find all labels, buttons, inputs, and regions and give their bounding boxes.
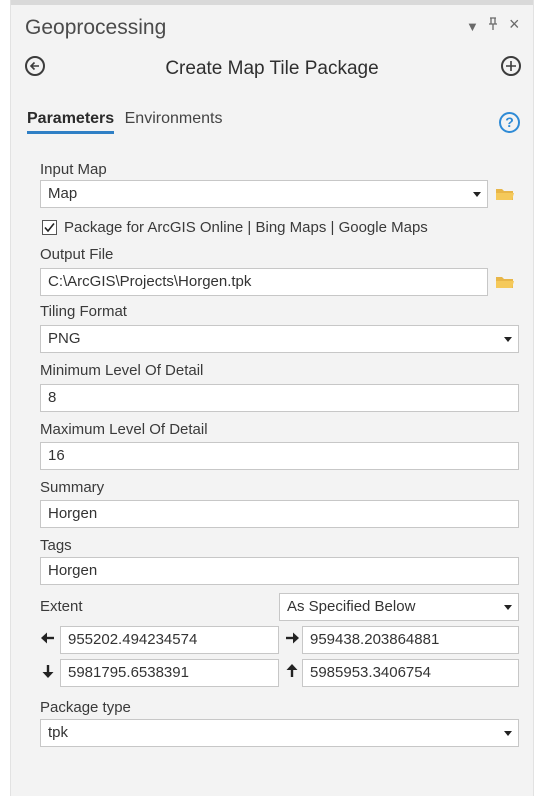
package-type-label: Package type: [40, 699, 131, 716]
add-button[interactable]: [501, 56, 521, 76]
extent-right-input[interactable]: 959438.203864881: [302, 626, 519, 654]
geoprocessing-pane: Geoprocessing ▼ × Create Map Tile Packag…: [10, 0, 534, 796]
summary-value: Horgen: [48, 505, 98, 522]
pane-title: Geoprocessing: [25, 16, 167, 39]
output-file-input[interactable]: C:\ArcGIS\Projects\Horgen.tpk: [40, 268, 488, 296]
tool-title: Create Map Tile Package: [165, 58, 379, 79]
input-map-label: Input Map: [40, 161, 107, 178]
chevron-down-icon: [504, 337, 512, 342]
min-lod-label: Minimum Level Of Detail: [40, 362, 204, 379]
output-file-value: C:\ArcGIS\Projects\Horgen.tpk: [48, 273, 252, 290]
tiling-format-value: PNG: [48, 330, 81, 347]
tags-value: Horgen: [48, 562, 98, 579]
extent-top-value: 5985953.3406754: [310, 664, 431, 681]
min-lod-value: 8: [48, 389, 57, 406]
close-icon[interactable]: ×: [509, 14, 520, 35]
package-online-checkbox[interactable]: [42, 220, 57, 235]
extent-left-value: 955202.494234574: [68, 631, 198, 648]
max-lod-label: Maximum Level Of Detail: [40, 421, 208, 438]
chevron-down-icon: [504, 605, 512, 610]
arrow-right-icon: [285, 631, 299, 647]
extent-bottom-value: 5981795.6538391: [68, 664, 189, 681]
extent-right-value: 959438.203864881: [310, 631, 440, 648]
tool-header: Create Map Tile Package: [11, 52, 533, 94]
tab-bar: Parameters Environments: [27, 110, 228, 140]
extent-top-input[interactable]: 5985953.3406754: [302, 659, 519, 687]
arrow-down-icon: [42, 664, 54, 681]
tiling-format-select[interactable]: PNG: [40, 325, 519, 353]
extent-bottom-input[interactable]: 5981795.6538391: [60, 659, 279, 687]
input-map-select[interactable]: Map: [40, 180, 488, 208]
tags-input[interactable]: Horgen: [40, 557, 519, 585]
checkmark-icon: [44, 223, 55, 233]
folder-icon[interactable]: [495, 274, 515, 290]
help-icon[interactable]: ?: [499, 112, 520, 133]
package-online-label[interactable]: Package for ArcGIS Online | Bing Maps | …: [64, 219, 428, 236]
arrow-up-icon: [286, 664, 298, 681]
input-map-value: Map: [48, 185, 78, 202]
min-lod-input[interactable]: 8: [40, 384, 519, 412]
tiling-format-label: Tiling Format: [40, 303, 127, 320]
summary-input[interactable]: Horgen: [40, 500, 519, 528]
tab-parameters[interactable]: Parameters: [27, 110, 115, 134]
pane-title-bar: Geoprocessing ▼ ×: [11, 0, 533, 44]
pane-options-dropdown-icon[interactable]: ▼: [466, 19, 479, 34]
extent-left-input[interactable]: 955202.494234574: [60, 626, 279, 654]
tab-environments[interactable]: Environments: [125, 110, 223, 128]
tags-label: Tags: [40, 537, 72, 554]
extent-label: Extent: [40, 598, 83, 615]
max-lod-value: 16: [48, 447, 65, 464]
max-lod-input[interactable]: 16: [40, 442, 519, 470]
output-file-label: Output File: [40, 246, 114, 263]
folder-icon[interactable]: [495, 186, 515, 202]
chevron-down-icon: [504, 731, 512, 736]
extent-mode-value: As Specified Below: [287, 598, 416, 615]
arrow-left-icon: [41, 631, 55, 647]
extent-mode-select[interactable]: As Specified Below: [279, 593, 519, 621]
package-type-value: tpk: [48, 724, 69, 741]
summary-label: Summary: [40, 479, 105, 496]
pin-icon[interactable]: [488, 17, 498, 35]
plus-icon: [506, 61, 516, 71]
package-type-select[interactable]: tpk: [40, 719, 519, 747]
chevron-down-icon: [473, 192, 481, 197]
